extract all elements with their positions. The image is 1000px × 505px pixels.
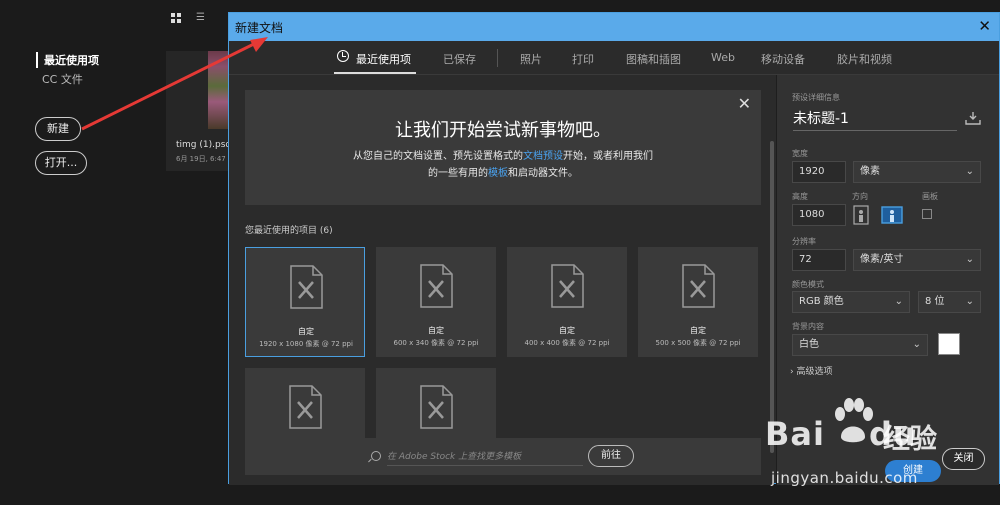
tab-film-video[interactable]: 胶片和视频 [837, 51, 892, 67]
resolution-label: 分辨率 [792, 237, 816, 246]
card-detail: 400 x 400 像素 @ 72 ppi [524, 339, 610, 347]
watermark-cn: 经验 [883, 424, 937, 455]
clock-icon [337, 50, 349, 62]
document-icon [289, 385, 322, 429]
dialog-close-icon[interactable]: ✕ [978, 17, 991, 35]
document-icon [420, 385, 453, 429]
portrait-orientation-icon[interactable] [852, 205, 870, 225]
preset-card[interactable]: 自定 500 x 500 像素 @ 72 ppi [638, 247, 758, 357]
background-content-label: 背景内容 [792, 322, 824, 331]
recent-file-thumb[interactable]: timg (1).psd 6月 19日, 6:47 [166, 51, 232, 171]
paw-icon [835, 398, 873, 443]
tab-recent[interactable]: 最近使用项 [356, 51, 411, 67]
preset-card[interactable] [245, 368, 365, 438]
new-button[interactable]: 新建 [35, 117, 81, 141]
card-title: 自定 [428, 326, 444, 335]
card-title: 自定 [559, 326, 575, 335]
color-mode-label: 颜色模式 [792, 280, 824, 289]
recent-items-label: 您最近使用的项目 (6) [245, 226, 333, 236]
stock-search-bar: 前往 [245, 438, 761, 475]
preset-card[interactable]: 自定 400 x 400 像素 @ 72 ppi [507, 247, 627, 357]
orientation-label: 方向 [852, 192, 868, 201]
tab-web[interactable]: Web [711, 51, 735, 64]
nav-cc-files[interactable]: CC 文件 [42, 71, 83, 87]
active-tab-indicator [334, 72, 416, 74]
welcome-banner: ✕ 让我们开始尝试新事物吧。 从您自己的文档设置、预先设置格式的文档预设开始，或… [245, 90, 761, 205]
width-input[interactable]: 1920 [792, 161, 846, 183]
dialog-title: 新建文档 [235, 21, 284, 35]
preset-details-label: 预设详细信息 [792, 93, 840, 102]
chevron-down-icon: ⌄ [965, 166, 974, 177]
background-content-select[interactable]: 白色 ⌄ [792, 334, 928, 356]
preset-card[interactable]: 自定 600 x 340 像素 @ 72 ppi [376, 247, 496, 357]
artboard-checkbox[interactable] [922, 209, 932, 219]
width-unit-select[interactable]: 像素 ⌄ [853, 161, 981, 183]
tab-art-illustration[interactable]: 图稿和插图 [626, 51, 681, 67]
tab-photo[interactable]: 照片 [520, 51, 542, 67]
card-title: 自定 [690, 326, 706, 335]
banner-close-icon[interactable]: ✕ [738, 94, 751, 113]
height-input[interactable]: 1080 [792, 204, 846, 226]
card-detail: 500 x 500 像素 @ 72 ppi [655, 339, 741, 347]
start-sidebar: 最近使用项 CC 文件 新建 打开... [0, 0, 150, 505]
list-view-icon[interactable]: ☰ [196, 13, 206, 23]
welcome-title: 让我们开始尝试新事物吧。 [395, 120, 611, 141]
artboard-label: 画板 [922, 192, 938, 201]
document-name-field[interactable]: 未标题-1 [793, 108, 957, 131]
dialog-titlebar: 新建文档 ✕ [229, 13, 999, 41]
preset-card[interactable]: 自定 1920 x 1080 像素 @ 72 ppi [245, 247, 365, 357]
category-tabs: 最近使用项 已保存 照片 打印 图稿和插图 Web 移动设备 胶片和视频 [229, 41, 999, 75]
color-mode-select[interactable]: RGB 颜色 ⌄ [792, 291, 910, 313]
baidu-watermark: Bai du 经验 jingyan.baidu.com [765, 395, 1000, 505]
tab-divider [497, 49, 498, 67]
background-color-swatch[interactable] [938, 333, 960, 355]
document-icon [551, 264, 584, 308]
watermark-url: jingyan.baidu.com [771, 469, 918, 487]
landscape-orientation-icon[interactable] [881, 205, 903, 225]
advanced-options-toggle[interactable]: › 高级选项 [790, 364, 833, 377]
thumb-date: 6月 19日, 6:47 [176, 155, 226, 163]
document-icon [290, 265, 323, 309]
search-icon [371, 451, 381, 461]
open-button[interactable]: 打开... [35, 151, 87, 175]
preset-card[interactable] [376, 368, 496, 438]
go-button[interactable]: 前往 [588, 445, 634, 467]
resolution-unit-select[interactable]: 像素/英寸 ⌄ [853, 249, 981, 271]
thumb-image [208, 51, 228, 129]
chevron-down-icon: ⌄ [965, 296, 974, 307]
tab-print[interactable]: 打印 [572, 51, 594, 67]
document-icon [420, 264, 453, 308]
welcome-text-line1: 从您自己的文档设置、预先设置格式的文档预设开始，或者利用我们 [353, 151, 653, 162]
tab-saved[interactable]: 已保存 [443, 51, 476, 67]
presets-panel: ✕ 让我们开始尝试新事物吧。 从您自己的文档设置、预先设置格式的文档预设开始，或… [229, 75, 774, 485]
chevron-down-icon: ⌄ [912, 339, 921, 350]
nav-recent[interactable]: 最近使用项 [36, 52, 99, 68]
document-icon [682, 264, 715, 308]
chevron-down-icon: ⌄ [965, 254, 974, 265]
doc-presets-link[interactable]: 文档预设 [523, 151, 563, 162]
resolution-input[interactable]: 72 [792, 249, 846, 271]
templates-link[interactable]: 模板 [488, 168, 508, 179]
grid-view-icon[interactable] [171, 13, 181, 23]
welcome-text-line2: 的一些有用的模板和启动器文件。 [428, 168, 578, 179]
thumb-filename: timg (1).psd [176, 140, 232, 150]
card-detail: 600 x 340 像素 @ 72 ppi [393, 339, 479, 347]
card-title: 自定 [298, 327, 314, 336]
height-label: 高度 [792, 192, 808, 201]
save-preset-icon[interactable] [965, 111, 981, 125]
bit-depth-select[interactable]: 8 位 ⌄ [918, 291, 981, 313]
tab-mobile[interactable]: 移动设备 [761, 51, 805, 67]
stock-search-input[interactable] [387, 448, 583, 466]
chevron-right-icon: › [790, 367, 794, 377]
width-label: 宽度 [792, 149, 808, 158]
card-detail: 1920 x 1080 像素 @ 72 ppi [259, 340, 353, 348]
chevron-down-icon: ⌄ [894, 296, 903, 307]
